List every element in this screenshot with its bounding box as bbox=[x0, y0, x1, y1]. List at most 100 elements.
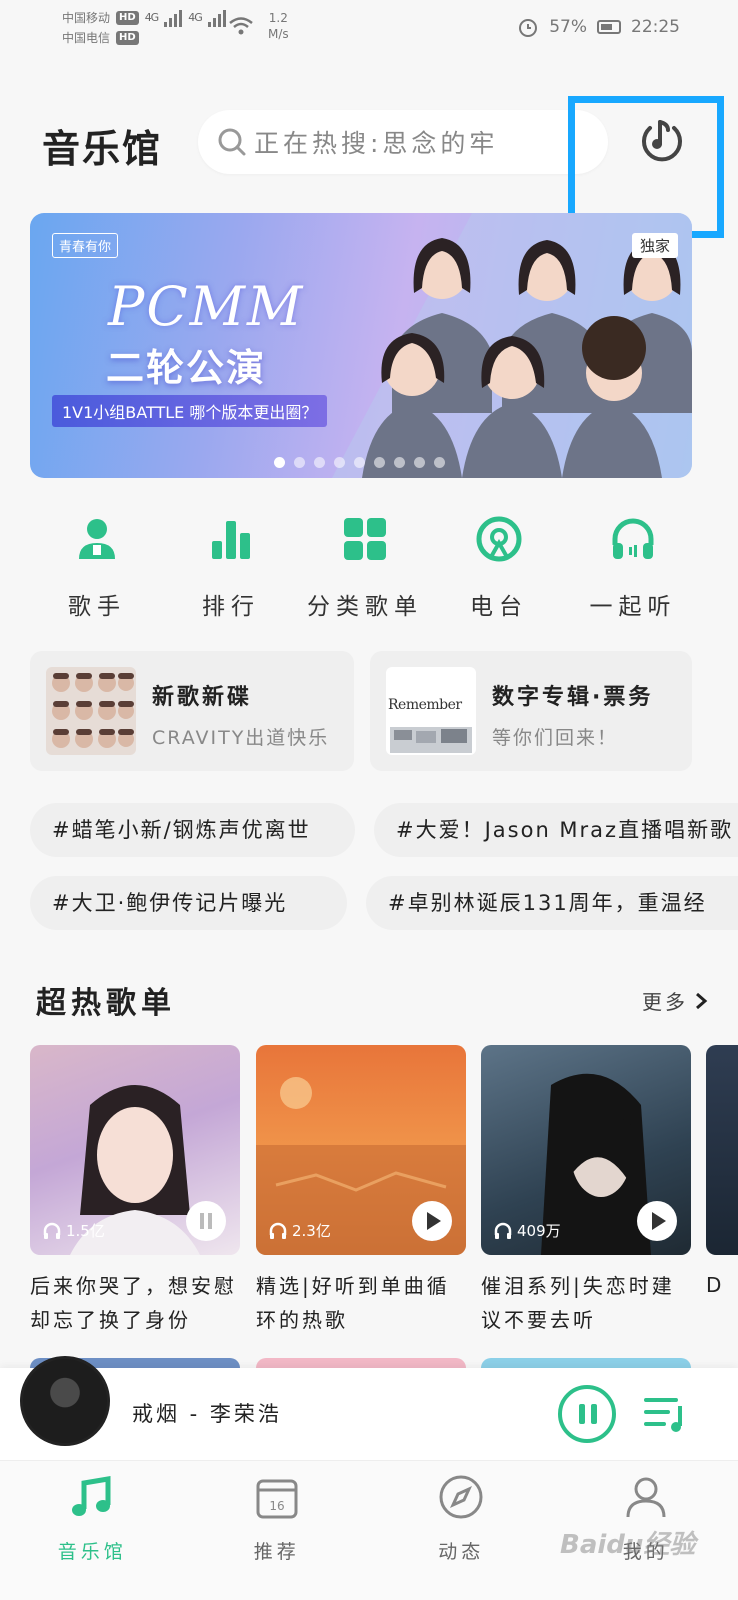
play-count-value: 409万 bbox=[517, 1222, 561, 1240]
playlist-card[interactable]: 1.5亿 后来你哭了，想安慰却忘了换了身份 bbox=[30, 1045, 240, 1337]
speed-unit: M/s bbox=[268, 27, 289, 41]
more-label: 更多 bbox=[642, 990, 688, 1014]
headphones-icon bbox=[43, 1222, 61, 1239]
headphones-icon bbox=[269, 1222, 287, 1239]
play-button[interactable] bbox=[637, 1201, 677, 1241]
carrier-2: 中国电信 bbox=[62, 31, 111, 45]
alarm-icon bbox=[519, 19, 538, 37]
carousel-dot[interactable] bbox=[274, 457, 285, 468]
play-count: 409万 bbox=[493, 1220, 561, 1241]
carousel-dot[interactable] bbox=[414, 457, 425, 468]
hot-tag[interactable]: #大爱！Jason Mraz直播唱新歌 bbox=[374, 803, 738, 857]
promo-title: 新歌新碟 bbox=[152, 685, 253, 710]
pause-button[interactable] bbox=[186, 1201, 226, 1241]
banner-subtitle: 二轮公演 bbox=[106, 346, 267, 390]
section-title: 超热歌单 bbox=[36, 986, 176, 1021]
more-button[interactable]: 更多 bbox=[642, 986, 708, 1015]
play-button[interactable] bbox=[412, 1201, 452, 1241]
now-playing-cover[interactable] bbox=[20, 1356, 110, 1446]
category-icon bbox=[344, 518, 386, 560]
carousel-dots[interactable] bbox=[274, 457, 445, 468]
playlist-queue-button[interactable] bbox=[644, 1394, 688, 1434]
promo-subtitle: CRAVITY出道快乐 bbox=[152, 727, 330, 749]
watermark: Baidu经验 bbox=[560, 1530, 696, 1560]
tab-feed[interactable]: 动态 bbox=[369, 1461, 554, 1600]
hot-tag[interactable]: #蜡笔小新/钢炼声优离世 bbox=[30, 803, 355, 857]
playlist-card-partial[interactable] bbox=[706, 1045, 738, 1255]
battery-percent: 57% bbox=[549, 17, 587, 37]
quick-nav: 歌手 排行 分类歌单 电台 一起听 bbox=[30, 515, 700, 621]
now-playing-title: 戒烟 - 李荣浩 bbox=[132, 1402, 282, 1426]
tab-label: 推荐 bbox=[253, 1541, 300, 1563]
banner-caption: 1V1小组BATTLE 哪个版本更出圈？ bbox=[52, 395, 328, 427]
quicknav-radio[interactable]: 电台 bbox=[432, 515, 566, 621]
singer-icon bbox=[79, 519, 115, 559]
promo-subtitle: 等你们回来！ bbox=[492, 727, 619, 749]
battery-icon bbox=[597, 20, 621, 34]
play-count-value: 2.3亿 bbox=[292, 1222, 331, 1240]
calendar-icon: 16 bbox=[256, 1479, 298, 1519]
quicknav-label: 排行 bbox=[202, 594, 260, 620]
carrier-info: 中国移动 HD 4G 4G 中国电信 HD bbox=[62, 8, 226, 48]
search-bar[interactable]: 正在热搜:思念的牢 bbox=[198, 110, 608, 174]
wifi-icon bbox=[229, 17, 253, 35]
quicknav-label: 电台 bbox=[470, 594, 528, 620]
hd-badge: HD bbox=[116, 11, 139, 25]
quicknav-label: 一起听 bbox=[589, 594, 677, 620]
promo-title: 数字专辑·票务 bbox=[492, 685, 654, 710]
carousel-dot[interactable] bbox=[294, 457, 305, 468]
carousel-dot[interactable] bbox=[434, 457, 445, 468]
music-note-icon bbox=[72, 1476, 111, 1516]
headphones-icon bbox=[612, 518, 654, 559]
search-icon bbox=[218, 128, 246, 156]
clock: 22:25 bbox=[631, 17, 680, 37]
status-right: 57% 22:25 bbox=[517, 16, 680, 38]
tab-music-hall[interactable]: 音乐馆 bbox=[0, 1461, 185, 1600]
chevron-right-icon bbox=[696, 992, 708, 1009]
playlist-cover: 2.3亿 bbox=[256, 1045, 466, 1255]
new-releases-cover bbox=[46, 667, 136, 755]
banner-logo: 青春有你 bbox=[52, 233, 119, 258]
tab-label: 音乐馆 bbox=[57, 1541, 127, 1563]
playlist-cover: 409万 bbox=[481, 1045, 691, 1255]
carousel-dot[interactable] bbox=[374, 457, 385, 468]
quicknav-singer[interactable]: 歌手 bbox=[30, 515, 164, 621]
mini-player[interactable]: 戒烟 - 李荣浩 bbox=[0, 1356, 738, 1460]
carousel-dot[interactable] bbox=[314, 457, 325, 468]
play-count: 2.3亿 bbox=[268, 1220, 331, 1241]
playlist-cover: 1.5亿 bbox=[30, 1045, 240, 1255]
profile-icon bbox=[626, 1477, 666, 1518]
hot-tag[interactable]: #大卫·鲍伊传记片曝光 bbox=[30, 876, 347, 930]
signal-icon bbox=[164, 9, 183, 27]
carousel-dot[interactable] bbox=[394, 457, 405, 468]
player-pause-button[interactable] bbox=[558, 1385, 616, 1443]
carousel-dot[interactable] bbox=[354, 457, 365, 468]
new-releases-card[interactable]: 新歌新碟 CRAVITY出道快乐 bbox=[30, 651, 354, 771]
playlist-title: 催泪系列|失恋时建议不要去听 bbox=[481, 1274, 675, 1332]
hot-tag[interactable]: #卓别林诞辰131周年，重温经 bbox=[366, 876, 738, 930]
carousel-dot[interactable] bbox=[334, 457, 345, 468]
playlist-title-partial: D bbox=[706, 1273, 722, 1297]
pause-icon bbox=[200, 1213, 212, 1229]
digital-album-card[interactable]: Remember 数字专辑·票务 等你们回来！ bbox=[370, 651, 692, 771]
playlist-card[interactable]: 2.3亿 精选|好听到单曲循环的热歌 bbox=[256, 1045, 466, 1337]
exclusive-tag: 独家 bbox=[631, 233, 678, 258]
headphones-icon bbox=[494, 1222, 512, 1239]
quicknav-chart[interactable]: 排行 bbox=[164, 515, 298, 621]
radio-icon bbox=[476, 516, 522, 562]
quicknav-listen-together[interactable]: 一起听 bbox=[566, 515, 700, 621]
speed-value: 1.2 bbox=[268, 11, 288, 25]
calendar-day: 16 bbox=[269, 1499, 284, 1513]
tab-recommend[interactable]: 16 推荐 bbox=[185, 1461, 370, 1600]
network-type-2: 4G bbox=[188, 11, 202, 24]
banner-title: PCMM bbox=[108, 275, 305, 338]
playlist-title: 精选|好听到单曲循环的热歌 bbox=[256, 1274, 450, 1332]
quicknav-label: 歌手 bbox=[68, 594, 126, 620]
compass-icon bbox=[439, 1475, 483, 1519]
promo-banner[interactable]: 青春有你 PCMM 二轮公演 1V1小组BATTLE 哪个版本更出圈？ 独家 bbox=[30, 213, 692, 478]
play-icon bbox=[652, 1212, 666, 1230]
playlist-title: 后来你哭了，想安慰却忘了换了身份 bbox=[30, 1274, 237, 1332]
quicknav-category[interactable]: 分类歌单 bbox=[298, 515, 432, 621]
chart-icon bbox=[212, 521, 250, 559]
playlist-card[interactable]: 409万 催泪系列|失恋时建议不要去听 bbox=[481, 1045, 691, 1337]
